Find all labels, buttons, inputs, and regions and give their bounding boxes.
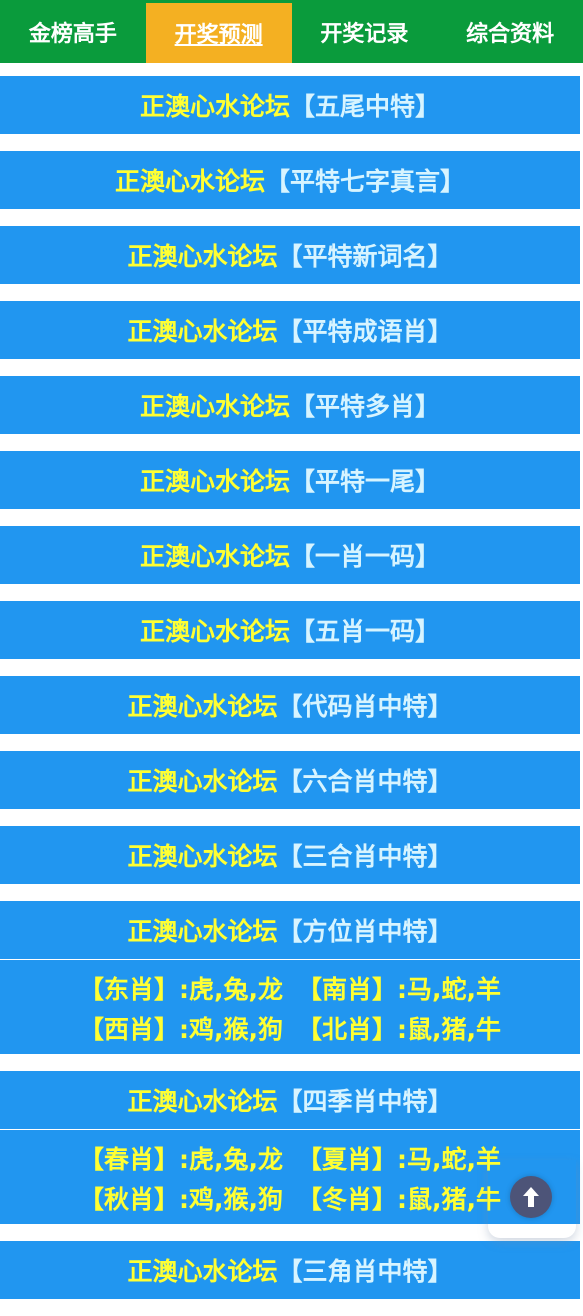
topic-title-link[interactable]: 正澳心水论坛 【方位肖中特】 [0, 901, 580, 959]
topic-block: 正澳心水论坛 【五肖一码】 [0, 601, 580, 659]
topic-block: 正澳心水论坛 【三合肖中特】 [0, 826, 580, 884]
topic-block: 正澳心水论坛 【六合肖中特】 [0, 751, 580, 809]
zodiac-detail: 【东肖】:虎,兔,龙 【南肖】:马,蛇,羊 【西肖】:鸡,猴,狗 【北肖】:鼠,猪,牛 [0, 959, 580, 1054]
tab-draw-prediction[interactable]: 开奖预测 [145, 3, 292, 63]
topic-name: 【六合肖中特】 [277, 767, 453, 796]
top-nav: 金榜高手 开奖预测 开奖记录 综合资料 [0, 0, 583, 63]
zodiac-line: 【秋肖】:鸡,猴,狗 【冬肖】:鼠,猪,牛 [0, 1178, 580, 1218]
forum-name: 正澳心水论坛 [127, 842, 278, 871]
topic-block: 正澳心水论坛 【平特一尾】 [0, 451, 580, 509]
topic-block: 正澳心水论坛 【代码肖中特】 [0, 676, 580, 734]
topic-name: 【平特多肖】 [290, 392, 441, 421]
topic-name: 【平特一尾】 [290, 467, 441, 496]
zodiac-line: 【西肖】:鸡,猴,狗 【北肖】:鼠,猪,牛 [0, 1008, 580, 1048]
forum-name: 正澳心水论坛 [127, 1257, 278, 1286]
forum-name: 正澳心水论坛 [114, 167, 265, 196]
arrow-up-icon [523, 1187, 539, 1207]
topic-title-link[interactable]: 正澳心水论坛 【平特七字真言】 [0, 151, 580, 209]
topic-title-link[interactable]: 正澳心水论坛 【平特一尾】 [0, 451, 580, 509]
topic-title-link[interactable]: 正澳心水论坛 【五尾中特】 [0, 76, 580, 134]
zodiac-group-right: 【北肖】:鼠,猪,牛 [297, 1015, 501, 1044]
zodiac-line: 【东肖】:虎,兔,龙 【南肖】:马,蛇,羊 [0, 968, 580, 1008]
forum-name: 正澳心水论坛 [127, 917, 278, 946]
topic-name: 【一肖一码】 [290, 542, 441, 571]
topic-block: 正澳心水论坛 【一肖一码】 [0, 526, 580, 584]
topic-name: 【平特七字真言】 [265, 167, 466, 196]
topic-title-link[interactable]: 正澳心水论坛 【三角肖中特】 [0, 1241, 580, 1299]
forum-name: 正澳心水论坛 [139, 467, 290, 496]
topic-title-link[interactable]: 正澳心水论坛 【平特成语肖】 [0, 301, 580, 359]
forum-name: 正澳心水论坛 [127, 242, 278, 271]
topic-title-link[interactable]: 正澳心水论坛 【一肖一码】 [0, 526, 580, 584]
zodiac-group-left: 【东肖】:虎,兔,龙 [79, 975, 283, 1004]
zodiac-group-right: 【夏肖】:马,蛇,羊 [297, 1145, 501, 1174]
forum-name: 正澳心水论坛 [127, 317, 278, 346]
topic-block: 正澳心水论坛 【三角肖中特】 [0, 1241, 580, 1299]
forum-name: 正澳心水论坛 [127, 767, 278, 796]
zodiac-group-left: 【秋肖】:鸡,猴,狗 [79, 1185, 283, 1214]
topic-block: 正澳心水论坛 【平特多肖】 [0, 376, 580, 434]
topic-title-link[interactable]: 正澳心水论坛 【六合肖中特】 [0, 751, 580, 809]
topic-name: 【代码肖中特】 [277, 692, 453, 721]
topic-block: 正澳心水论坛 【平特成语肖】 [0, 301, 580, 359]
topic-name: 【三角肖中特】 [277, 1257, 453, 1286]
zodiac-group-right: 【冬肖】:鼠,猪,牛 [297, 1185, 501, 1214]
topic-name: 【平特成语肖】 [277, 317, 453, 346]
forum-name: 正澳心水论坛 [127, 1087, 278, 1116]
topic-name: 【方位肖中特】 [277, 917, 453, 946]
topic-title-link[interactable]: 正澳心水论坛 【平特多肖】 [0, 376, 580, 434]
tab-draw-records[interactable]: 开奖记录 [292, 0, 438, 63]
topic-list: 正澳心水论坛 【五尾中特】 正澳心水论坛 【平特七字真言】 正澳心水论坛 【平特新词名】正… [0, 76, 580, 1316]
zodiac-group-right: 【南肖】:马,蛇,羊 [297, 975, 501, 1004]
topic-name: 【五肖一码】 [290, 617, 441, 646]
tab-general-info[interactable]: 综合资料 [437, 0, 583, 63]
forum-name: 正澳心水论坛 [139, 92, 290, 121]
topic-name: 【四季肖中特】 [277, 1087, 453, 1116]
topic-title-link[interactable]: 正澳心水论坛 【代码肖中特】 [0, 676, 580, 734]
topic-block: 正澳心水论坛 【四季肖中特】 【春肖】:虎,兔,龙 【夏肖】:马,蛇,羊 【秋肖】:鸡,… [0, 1071, 580, 1224]
topic-block: 正澳心水论坛 【五尾中特】 [0, 76, 580, 134]
topic-title-link[interactable]: 正澳心水论坛 【五肖一码】 [0, 601, 580, 659]
back-to-top-button[interactable] [510, 1176, 552, 1218]
zodiac-line: 【春肖】:虎,兔,龙 【夏肖】:马,蛇,羊 [0, 1138, 580, 1178]
zodiac-detail: 【春肖】:虎,兔,龙 【夏肖】:马,蛇,羊 【秋肖】:鸡,猴,狗 【冬肖】:鼠,猪,牛 [0, 1129, 580, 1224]
forum-name: 正澳心水论坛 [139, 542, 290, 571]
tab-gold-list[interactable]: 金榜高手 [0, 0, 146, 63]
topic-block: 正澳心水论坛 【平特新词名】 [0, 226, 580, 284]
topic-name: 【三合肖中特】 [277, 842, 453, 871]
forum-name: 正澳心水论坛 [139, 617, 290, 646]
topic-name: 【五尾中特】 [290, 92, 441, 121]
topic-block: 正澳心水论坛 【方位肖中特】 【东肖】:虎,兔,龙 【南肖】:马,蛇,羊 【西肖】:鸡,… [0, 901, 580, 1054]
topic-title-link[interactable]: 正澳心水论坛 【平特新词名】 [0, 226, 580, 284]
zodiac-group-left: 【春肖】:虎,兔,龙 [79, 1145, 283, 1174]
forum-name: 正澳心水论坛 [139, 392, 290, 421]
topic-title-link[interactable]: 正澳心水论坛 【三合肖中特】 [0, 826, 580, 884]
topic-name: 【平特新词名】 [277, 242, 453, 271]
forum-name: 正澳心水论坛 [127, 692, 278, 721]
zodiac-group-left: 【西肖】:鸡,猴,狗 [79, 1015, 283, 1044]
topic-title-link[interactable]: 正澳心水论坛 【四季肖中特】 [0, 1071, 580, 1129]
topic-block: 正澳心水论坛 【平特七字真言】 [0, 151, 580, 209]
